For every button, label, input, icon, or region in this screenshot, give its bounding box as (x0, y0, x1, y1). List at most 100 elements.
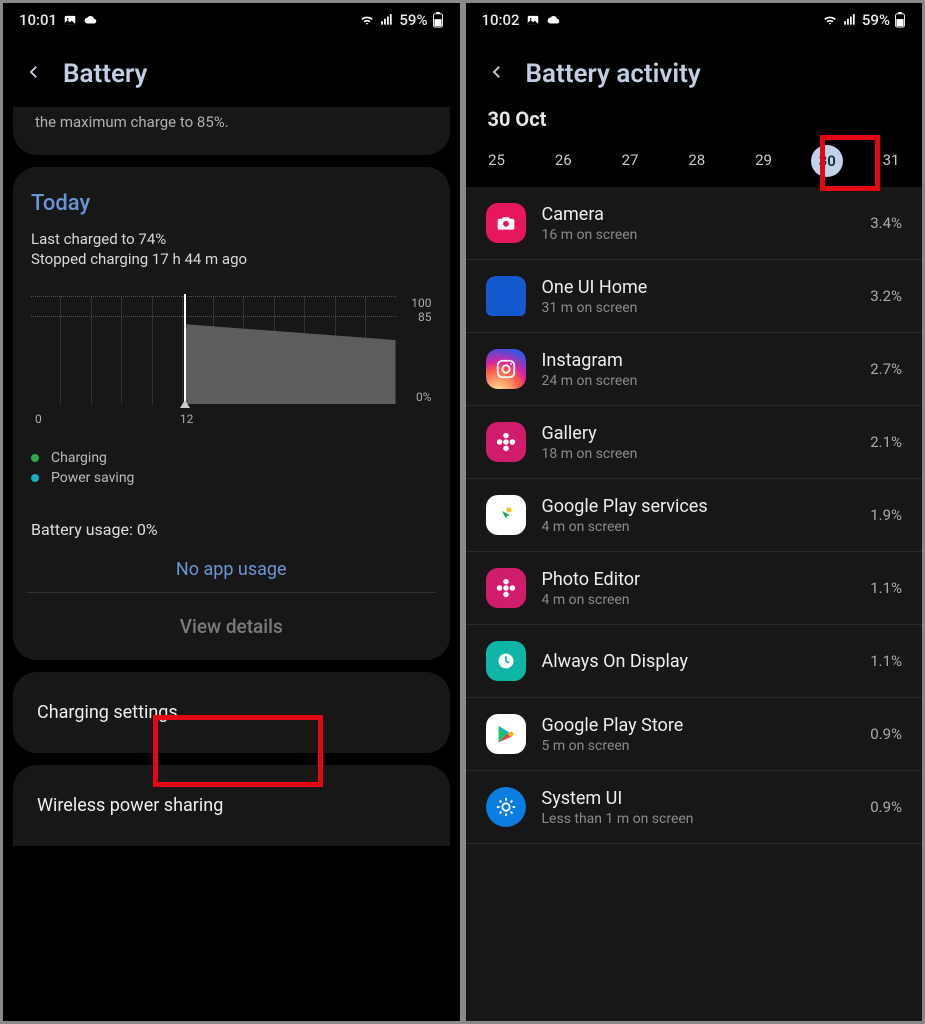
battery-icon (894, 12, 906, 28)
legend-dot-powersaving (31, 474, 39, 482)
gallery-icon (486, 422, 526, 462)
protect-note-text: the maximum charge to 85%. (31, 111, 432, 139)
status-battery-pct: 59% (862, 11, 890, 29)
no-app-usage-link[interactable]: No app usage (31, 559, 432, 580)
app-percent-label: 1.1% (870, 652, 902, 670)
protect-battery-card-tail: the maximum charge to 85%. (13, 107, 450, 155)
day-tabs: 25 26 27 28 29 30 31 (466, 139, 923, 187)
day-tab[interactable]: 29 (745, 145, 783, 175)
status-battery-pct: 59% (399, 11, 427, 29)
divider (27, 592, 436, 593)
charging-settings-label: Charging settings (31, 688, 432, 737)
chart-x-12: 12 (180, 412, 194, 426)
battery-activity-screen: 10:02 59% Battery activity 30 (463, 0, 925, 1024)
day-tab[interactable]: 31 (872, 145, 910, 175)
app-percent-label: 0.9% (870, 798, 902, 816)
day-tab-selected[interactable]: 30 (811, 145, 843, 177)
signal-icon (842, 13, 858, 27)
gps-icon (486, 495, 526, 535)
app-name-label: Gallery (542, 423, 855, 444)
app-sub-label: 24 m on screen (542, 373, 855, 389)
battery-screen: 10:01 59% Battery the max (0, 0, 463, 1024)
stopped-charging-text: Stopped charging 17 h 44 m ago (31, 250, 432, 268)
home-icon (486, 276, 526, 316)
app-sub-label: Less than 1 m on screen (542, 811, 855, 827)
app-row[interactable]: Camera 16 m on screen 3.4% (466, 187, 923, 260)
legend-dot-charging (31, 454, 39, 462)
view-details-button[interactable]: View details (180, 615, 283, 638)
battery-chart[interactable]: 100 85 0% 0 12 (31, 296, 432, 426)
status-time: 10:01 (19, 11, 57, 29)
photo-icon (486, 568, 526, 608)
wireless-power-sharing-row[interactable]: Wireless power sharing (13, 765, 450, 846)
app-name-label: Google Play services (542, 496, 855, 517)
back-icon[interactable] (25, 59, 43, 89)
cloud-icon (83, 13, 99, 27)
signal-icon (379, 13, 395, 27)
app-sub-label: 5 m on screen (542, 738, 855, 754)
chart-legend: Charging Power saving (31, 450, 432, 486)
legend-charging-label: Charging (51, 450, 107, 466)
chart-y-100: 100 (411, 296, 431, 310)
cloud-icon (546, 13, 562, 27)
battery-icon (432, 12, 444, 28)
app-row[interactable]: Instagram 24 m on screen 2.7% (466, 333, 923, 406)
day-tab[interactable]: 25 (478, 145, 516, 175)
wifi-icon (359, 13, 375, 27)
app-name-label: Always On Display (542, 651, 855, 672)
app-name-label: Photo Editor (542, 569, 855, 590)
app-row[interactable]: Gallery 18 m on screen 2.1% (466, 406, 923, 479)
app-row[interactable]: Google Play services 4 m on screen 1.9% (466, 479, 923, 552)
app-name-label: Instagram (542, 350, 855, 371)
day-tab[interactable]: 27 (611, 145, 649, 175)
insta-icon (486, 349, 526, 389)
app-sub-label: 31 m on screen (542, 300, 855, 316)
status-bar: 10:01 59% (3, 3, 460, 33)
app-percent-label: 1.9% (870, 506, 902, 524)
today-heading: Today (31, 191, 432, 216)
app-row[interactable]: System UI Less than 1 m on screen 0.9% (466, 771, 923, 844)
aod-icon (486, 641, 526, 681)
charging-settings-row[interactable]: Charging settings (13, 672, 450, 753)
legend-powersaving-label: Power saving (51, 470, 134, 486)
date-header: 30 Oct (466, 107, 923, 139)
image-icon (526, 13, 540, 27)
app-name-label: One UI Home (542, 277, 855, 298)
page-title: Battery (63, 59, 147, 89)
page-header: Battery (3, 33, 460, 107)
app-name-label: System UI (542, 788, 855, 809)
app-row[interactable]: Photo Editor 4 m on screen 1.1% (466, 552, 923, 625)
app-usage-list: Camera 16 m on screen 3.4% One UI Home 31 m … (466, 187, 923, 1021)
today-card: Today Last charged to 74% Stopped chargi… (13, 167, 450, 660)
app-sub-label: 16 m on screen (542, 227, 855, 243)
app-percent-label: 1.1% (870, 579, 902, 597)
app-row[interactable]: Google Play Store 5 m on screen 0.9% (466, 698, 923, 771)
app-percent-label: 0.9% (870, 725, 902, 743)
page-header: Battery activity (466, 33, 923, 107)
play-icon (486, 714, 526, 754)
day-tab[interactable]: 28 (678, 145, 716, 175)
app-row[interactable]: Always On Display 1.1% (466, 625, 923, 698)
app-row[interactable]: One UI Home 31 m on screen 3.2% (466, 260, 923, 333)
app-percent-label: 3.2% (870, 287, 902, 305)
battery-usage-text: Battery usage: 0% (31, 520, 432, 539)
app-percent-label: 3.4% (870, 214, 902, 232)
camera-icon (486, 203, 526, 243)
sysui-icon (486, 787, 526, 827)
chart-x-0: 0 (35, 412, 42, 426)
chart-y-85: 85 (418, 310, 432, 324)
chart-y-0: 0% (416, 390, 432, 404)
app-sub-label: 4 m on screen (542, 592, 855, 608)
wifi-icon (822, 13, 838, 27)
image-icon (63, 13, 77, 27)
back-icon[interactable] (488, 59, 506, 89)
app-sub-label: 18 m on screen (542, 446, 855, 462)
wireless-sharing-label: Wireless power sharing (31, 781, 432, 830)
day-tab[interactable]: 26 (544, 145, 582, 175)
app-percent-label: 2.7% (870, 360, 902, 378)
app-name-label: Google Play Store (542, 715, 855, 736)
app-percent-label: 2.1% (870, 433, 902, 451)
app-sub-label: 4 m on screen (542, 519, 855, 535)
page-title: Battery activity (526, 59, 701, 89)
app-name-label: Camera (542, 204, 855, 225)
